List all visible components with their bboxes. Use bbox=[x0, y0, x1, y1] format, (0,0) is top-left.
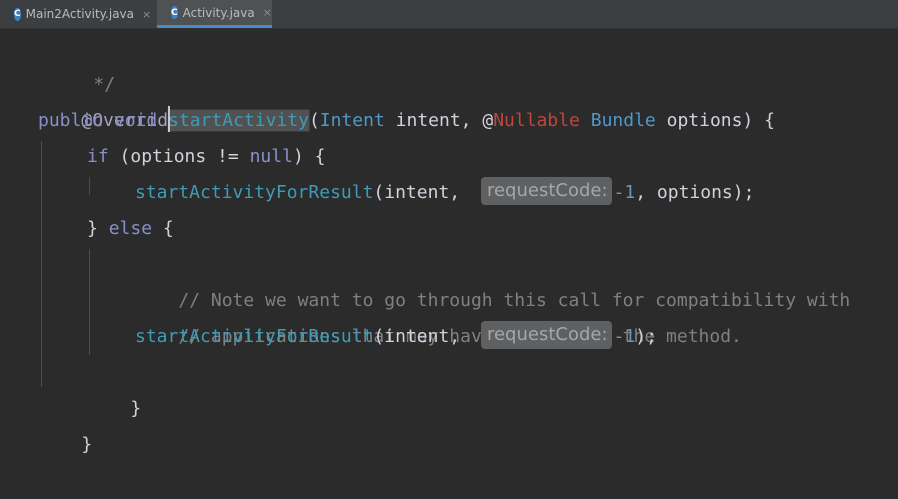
code-line-9: startActivityForResult(intent, requestCo… bbox=[135, 319, 657, 355]
method-name-startActivity[interactable]: startActivity bbox=[167, 109, 310, 132]
parameter-hint: requestCode: bbox=[480, 321, 612, 349]
indent-guide bbox=[89, 177, 90, 195]
tab-main2activity[interactable]: C Main2Activity.java × bbox=[0, 0, 157, 28]
indent-guide bbox=[89, 249, 90, 355]
class-c-icon: C bbox=[171, 6, 178, 19]
close-icon[interactable]: × bbox=[142, 8, 151, 21]
code-line-4: if (options != null) { bbox=[87, 146, 326, 167]
editor-tab-bar: C Main2Activity.java × C Activity.java × bbox=[0, 0, 898, 29]
code-line-3: public void startActivity(Intent intent,… bbox=[38, 103, 775, 139]
tab-activity[interactable]: C Activity.java × bbox=[157, 0, 272, 28]
code-line-1: */ bbox=[93, 74, 116, 95]
parameter-hint: requestCode: bbox=[480, 177, 612, 205]
text-caret bbox=[168, 106, 171, 132]
code-line-7: // Note we want to go through this call … bbox=[178, 290, 851, 311]
code-line-8: // applications that may have overridden… bbox=[178, 326, 742, 347]
code-line-6: } else { bbox=[87, 218, 174, 239]
tab-label: Main2Activity.java bbox=[25, 7, 135, 21]
code-line-5: startActivityForResult(intent, requestCo… bbox=[135, 175, 754, 211]
code-editor[interactable]: */ @Override public void startActivity(I… bbox=[0, 29, 898, 455]
code-line-2: @Override bbox=[81, 110, 179, 131]
code-line-11: } bbox=[81, 434, 93, 455]
indent-guide bbox=[41, 141, 42, 387]
close-icon[interactable]: × bbox=[263, 6, 272, 19]
class-c-icon: C bbox=[14, 7, 21, 21]
tab-label: Activity.java bbox=[182, 5, 255, 20]
code-line-10: } bbox=[130, 398, 142, 419]
